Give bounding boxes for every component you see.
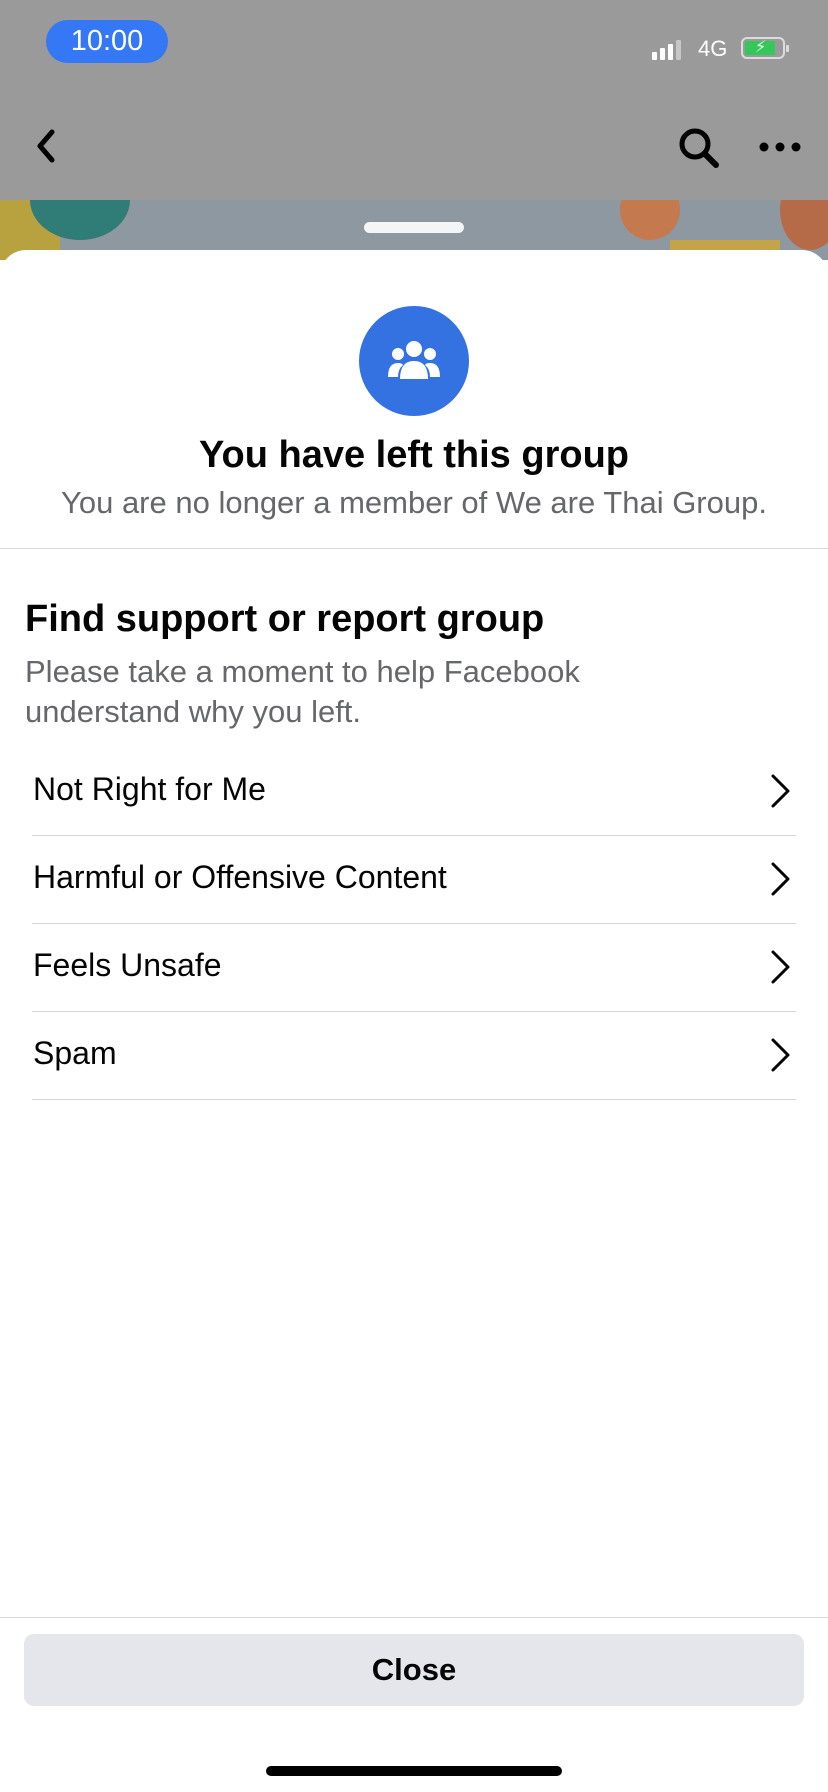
search-icon — [679, 128, 719, 168]
support-section-title: Find support or report group — [25, 598, 545, 640]
sheet-subtitle: You are no longer a member of We are Tha… — [61, 485, 767, 520]
signal-icon — [652, 38, 682, 60]
option-label: Spam — [33, 1035, 117, 1071]
sheet-title: You have left this group — [199, 434, 629, 476]
search-button[interactable] — [676, 125, 722, 171]
more-options-button[interactable] — [756, 130, 806, 164]
home-indicator[interactable] — [266, 1766, 562, 1776]
chevron-right-icon — [771, 1038, 790, 1072]
sheet-grabber[interactable] — [364, 222, 464, 233]
option-not-right-for-me[interactable]: Not Right for Me — [32, 748, 796, 836]
option-spam[interactable]: Spam — [32, 1012, 796, 1100]
option-label: Not Right for Me — [33, 771, 266, 807]
option-feels-unsafe[interactable]: Feels Unsafe — [32, 924, 796, 1012]
network-type: 4G — [698, 36, 728, 61]
option-label: Feels Unsafe — [33, 947, 222, 983]
status-bar: 10:00 4G ⚡ — [0, 0, 828, 84]
section-divider — [0, 548, 828, 549]
group-people-icon — [359, 306, 469, 416]
status-time: 10:00 — [46, 20, 168, 63]
close-button[interactable]: Close — [24, 1634, 804, 1706]
chevron-left-icon — [37, 129, 55, 163]
chevron-right-icon — [771, 862, 790, 896]
option-label: Harmful or Offensive Content — [33, 859, 447, 895]
footer-divider — [0, 1617, 828, 1618]
chevron-right-icon — [771, 774, 790, 808]
report-options-list: Not Right for Me Harmful or Offensive Co… — [32, 748, 796, 1100]
option-harmful-or-offensive-content[interactable]: Harmful or Offensive Content — [32, 836, 796, 924]
support-section-description: Please take a moment to help Facebook un… — [25, 654, 580, 729]
battery-icon: ⚡ — [741, 37, 789, 59]
more-horizontal-icon — [759, 142, 801, 152]
chevron-right-icon — [771, 950, 790, 984]
back-button[interactable] — [30, 128, 66, 164]
